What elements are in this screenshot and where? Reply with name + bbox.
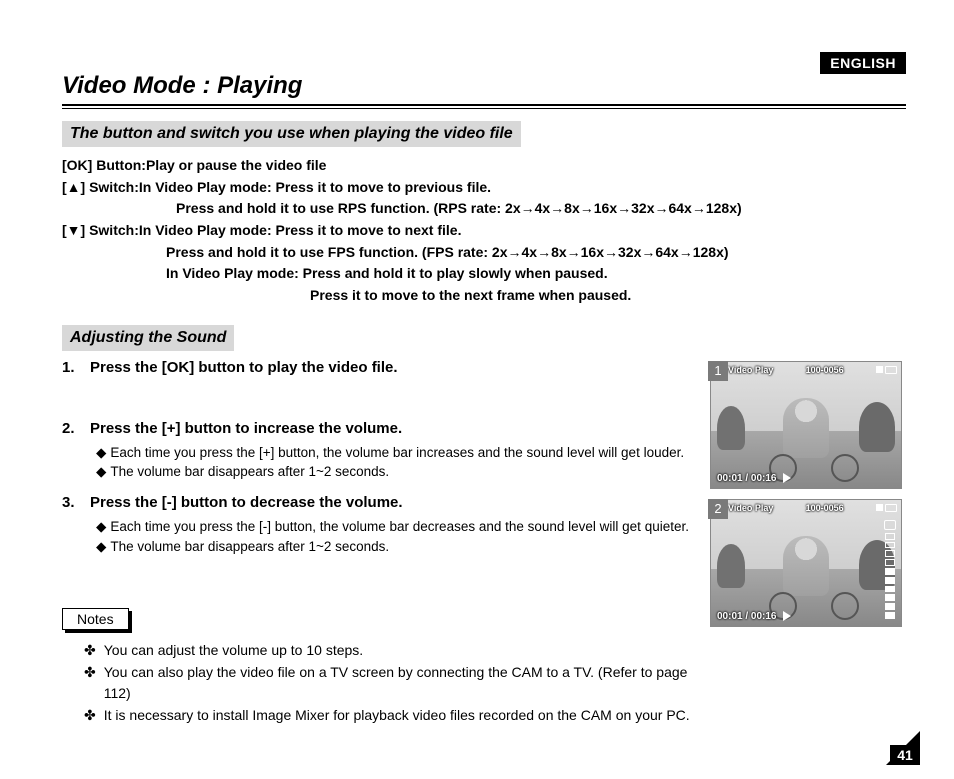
osd-top: Video Play 100-0056: [715, 365, 897, 375]
battery-icon: [885, 504, 897, 512]
step-num: 2.: [62, 420, 90, 437]
title-rule-thin: [62, 108, 906, 109]
thumb-number: 2: [708, 499, 728, 519]
bullet: ◆The volume bar disappears after 1~2 sec…: [96, 462, 690, 482]
battery-icon: [885, 366, 897, 374]
time-counter: 00:01 / 00:16: [717, 473, 777, 484]
step-head: Press the [+] button to increase the vol…: [90, 420, 402, 437]
mode-label: Video Play: [728, 365, 773, 375]
note-item: ✤It is necessary to install Image Mixer …: [84, 705, 690, 727]
osd-top: Video Play 100-0056: [715, 503, 897, 513]
title-rule: [62, 104, 906, 106]
osd-bottom: 00:01 / 00:16: [717, 473, 791, 484]
bullet: ◆The volume bar disappears after 1~2 sec…: [96, 537, 690, 557]
ok-text: Play or pause the video file: [146, 155, 327, 177]
up-label: [▲] Switch:: [62, 177, 139, 199]
time-counter: 00:01 / 00:16: [717, 611, 777, 622]
step: 2.Press the [+] button to increase the v…: [62, 420, 690, 482]
up-hold: Press and hold it to use RPS function. (…: [176, 198, 906, 220]
notes-list: ✤You can adjust the volume up to 10 step…: [84, 640, 690, 727]
up-text: In Video Play mode: Press it to move to …: [139, 177, 491, 199]
thumbnails: 1 Video Play 100-0056 00:01 / 00:16 2: [710, 361, 906, 627]
ok-label: [OK] Button:: [62, 155, 146, 177]
thumbnail: 1 Video Play 100-0056 00:01 / 00:16: [710, 361, 906, 489]
stop-icon: [876, 504, 883, 511]
step: 1.Press the [OK] button to play the vide…: [62, 359, 690, 376]
steps: 1.Press the [OK] button to play the vide…: [62, 359, 690, 556]
osd-bottom: 00:01 / 00:16: [717, 611, 791, 622]
note-item: ✤You can adjust the volume up to 10 step…: [84, 640, 690, 662]
thumbnail: 2 Video Play 100-0056 00:01 / 00:16: [710, 499, 906, 627]
step-head: Press the [OK] button to play the video …: [90, 359, 398, 376]
down-text: In Video Play mode: Press it to move to …: [139, 220, 462, 242]
step-head: Press the [-] button to decrease the vol…: [90, 494, 403, 511]
file-count: 100-0056: [806, 503, 844, 513]
play-icon: [783, 473, 791, 483]
bullet: ◆Each time you press the [+] button, the…: [96, 443, 690, 463]
step-num: 1.: [62, 359, 90, 376]
down-label: [▼] Switch:: [62, 220, 139, 242]
play-icon: [783, 611, 791, 621]
step-num: 3.: [62, 494, 90, 511]
manual-page: ENGLISH Video Mode : Playing The button …: [0, 0, 954, 779]
stop-icon: [876, 366, 883, 373]
language-badge: ENGLISH: [820, 52, 906, 74]
screen-preview: Video Play 100-0056 00:01 / 00:16: [710, 361, 902, 489]
bullet: ◆Each time you press the [-] button, the…: [96, 517, 690, 537]
down-hold: Press and hold it to use FPS function. (…: [166, 242, 906, 264]
page-title: Video Mode : Playing: [62, 72, 906, 100]
notes-heading: Notes: [62, 608, 129, 630]
mode-label: Video Play: [728, 503, 773, 513]
volume-bar: [883, 520, 897, 620]
page-number: 41: [890, 745, 920, 765]
thumb-number: 1: [708, 361, 728, 381]
file-count: 100-0056: [806, 365, 844, 375]
sound-section: 1.Press the [OK] button to play the vide…: [62, 359, 906, 727]
down-pause: In Video Play mode: Press and hold it to…: [166, 263, 906, 285]
subheading-controls: The button and switch you use when playi…: [62, 121, 521, 147]
screen-preview: Video Play 100-0056 00:01 / 00:16: [710, 499, 902, 627]
controls-block: [OK] Button: Play or pause the video fil…: [62, 155, 906, 307]
down-frame: Press it to move to the next frame when …: [310, 285, 906, 307]
speaker-icon: [884, 520, 896, 530]
note-item: ✤You can also play the video file on a T…: [84, 662, 690, 705]
step: 3.Press the [-] button to decrease the v…: [62, 494, 690, 556]
subheading-sound: Adjusting the Sound: [62, 325, 234, 351]
